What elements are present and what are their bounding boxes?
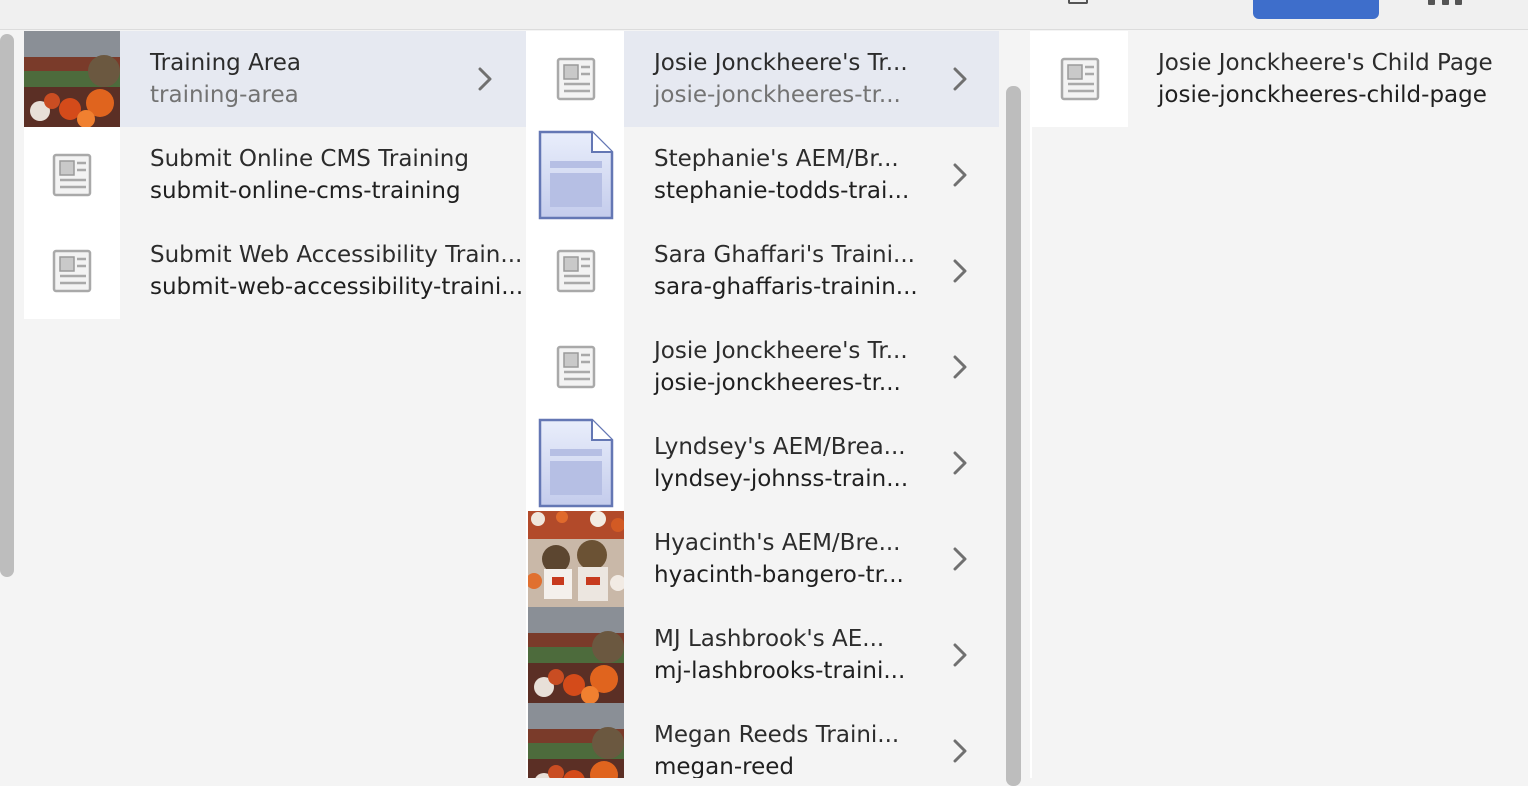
column-row-josie-child-page[interactable]: Josie Jonckheere's Child Page josie-jonc… [1032,31,1528,127]
item-title: Josie Jonckheere's Tr... [654,50,908,76]
item-name: training-area [150,82,299,108]
item-title: Lyndsey's AEM/Brea... [654,434,906,460]
stadium-photo-icon [24,31,120,127]
item-name: submit-web-accessibility-traini... [150,274,524,300]
document-icon [538,418,614,508]
chevron-right-icon[interactable] [947,738,973,764]
column-row-megan-reeds-training[interactable]: Megan Reeds Traini... megan-reed [528,703,999,778]
column-row-submit-online-cms-training[interactable]: Submit Online CMS Training submit-online… [24,127,526,223]
chevron-right-icon[interactable] [947,546,973,572]
column-3: Josie Jonckheere's Child Page josie-jonc… [1032,31,1528,778]
chevron-right-icon[interactable] [947,258,973,284]
stadium-photo-icon [528,607,624,703]
thumbnail-page [528,319,624,415]
thumbnail-page [528,223,624,319]
column-row-josie-jonckheeres-training-2[interactable]: Josie Jonckheere's Tr... josie-jonckheer… [528,319,999,415]
thumbnail-document [528,415,624,511]
page-template-icon [1060,57,1100,101]
chevron-right-icon[interactable] [947,66,973,92]
item-title: MJ Lashbrook's AE... [654,626,885,652]
chevron-right-icon[interactable] [947,354,973,380]
column-2-scrollbar[interactable] [1006,86,1021,786]
item-title: Submit Online CMS Training [150,146,469,172]
item-name: sara-ghaffaris-trainin... [654,274,918,300]
thumbnail-photo [24,31,120,127]
item-name: submit-online-cms-training [150,178,461,204]
item-title: Josie Jonckheere's Tr... [654,338,908,364]
item-name: mj-lashbrooks-traini... [654,658,906,684]
column-row-submit-web-accessibility[interactable]: Submit Web Accessibility Train... submit… [24,223,526,319]
chevron-right-icon[interactable] [947,450,973,476]
item-name: stephanie-todds-trai... [654,178,910,204]
item-title: Stephanie's AEM/Br... [654,146,899,172]
column-row-josie-jonckheeres-training[interactable]: Josie Jonckheere's Tr... josie-jonckheer… [528,31,999,127]
thumbnail-document [528,127,624,223]
item-title: Josie Jonckheere's Child Page [1158,50,1493,76]
item-title: Sara Ghaffari's Traini... [654,242,915,268]
page-template-icon [52,249,92,293]
item-title: Hyacinth's AEM/Bre... [654,530,901,556]
item-name: josie-jonckheeres-child-page [1158,82,1487,108]
thumbnail-page [24,127,120,223]
stadium-photo-icon [528,703,624,778]
page-template-icon [556,57,596,101]
chevron-right-icon[interactable] [947,162,973,188]
chevron-right-icon[interactable] [472,66,498,92]
column-1: Training Area training-area Submit Onlin… [24,31,526,778]
chevron-right-icon[interactable] [947,642,973,668]
item-name: josie-jonckheeres-tr... [654,370,901,396]
item-name: megan-reed [654,754,794,778]
left-scrollbar[interactable] [0,34,14,577]
item-title: Megan Reeds Traini... [654,722,900,748]
thumbnail-page [1032,31,1128,127]
page-template-icon [556,249,596,293]
column-row-mj-lashbrooks-aem[interactable]: MJ Lashbrook's AE... mj-lashbrooks-train… [528,607,999,703]
top-toolbar [0,0,1528,30]
column-row-training-area[interactable]: Training Area training-area [24,31,526,127]
thumbnail-photo [528,511,624,607]
item-title: Submit Web Accessibility Train... [150,242,523,268]
item-title: Training Area [150,50,301,76]
thumbnail-page [24,223,120,319]
item-name: lyndsey-johnss-train... [654,466,909,492]
column-row-hyacinths-aem[interactable]: Hyacinth's AEM/Bre... hyacinth-bangero-t… [528,511,999,607]
thumbnail-page [528,31,624,127]
column-row-lyndseys-aem[interactable]: Lyndsey's AEM/Brea... lyndsey-johnss-tra… [528,415,999,511]
thumbnail-photo [528,703,624,778]
item-name: hyacinth-bangero-tr... [654,562,904,588]
page-template-icon [52,153,92,197]
page-template-icon [556,345,596,389]
item-name: josie-jonckheeres-tr... [654,82,901,108]
toolbar-icon[interactable] [1068,0,1088,4]
primary-action-button[interactable] [1253,0,1379,19]
thumbnail-photo [528,607,624,703]
column-row-stephanies-aem[interactable]: Stephanie's AEM/Br... stephanie-todds-tr… [528,127,999,223]
column-2: Josie Jonckheere's Tr... josie-jonckheer… [528,31,999,778]
document-icon [538,130,614,220]
view-switcher-icon[interactable] [1428,0,1462,6]
mascot-photo-icon [528,511,624,607]
column-row-sara-ghaffaris-training[interactable]: Sara Ghaffari's Traini... sara-ghaffaris… [528,223,999,319]
